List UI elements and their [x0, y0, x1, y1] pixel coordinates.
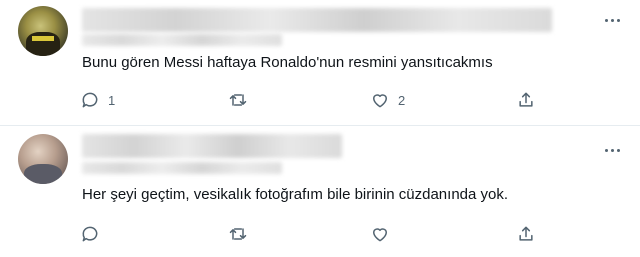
tweet-actions	[0, 222, 640, 246]
avatar-stripe	[32, 36, 54, 41]
avatar[interactable]	[18, 6, 68, 56]
reply-tweet[interactable]: Her şeyi geçtim, vesikalık fotoğrafım bi…	[0, 126, 640, 257]
reply-icon	[82, 92, 98, 108]
tweet-text: Bunu gören Messi haftaya Ronaldo'nun res…	[82, 54, 493, 71]
share-icon	[519, 226, 533, 241]
redacted-user-name	[82, 8, 552, 32]
reply-button[interactable]	[80, 222, 108, 246]
reply-count: 1	[108, 92, 116, 108]
share-button[interactable]	[516, 88, 536, 112]
more-icon	[604, 148, 608, 152]
more-icon-dot	[616, 18, 620, 22]
like-button[interactable]	[370, 222, 398, 246]
redacted-reply-context	[82, 34, 282, 46]
like-count: 2	[398, 92, 406, 108]
redacted-reply-context	[82, 162, 282, 174]
more-options-button[interactable]	[602, 12, 622, 28]
tweet-actions: 1 2	[0, 88, 640, 112]
more-options-button[interactable]	[602, 142, 622, 158]
retweet-icon	[229, 94, 247, 106]
retweet-button[interactable]	[228, 88, 256, 112]
redacted-user-name	[82, 134, 342, 158]
retweet-button[interactable]	[228, 222, 256, 246]
more-icon	[604, 18, 608, 22]
tweet-text: Her şeyi geçtim, vesikalık fotoğrafım bi…	[82, 186, 509, 203]
like-button[interactable]: 2	[370, 88, 405, 112]
more-icon-dot	[610, 148, 614, 152]
share-button[interactable]	[516, 222, 536, 246]
more-icon-dot	[616, 148, 620, 152]
heart-icon	[373, 94, 387, 108]
more-icon-dot	[610, 18, 614, 22]
reply-tweet[interactable]: Bunu gören Messi haftaya Ronaldo'nun res…	[0, 0, 640, 125]
retweet-icon	[229, 228, 247, 240]
reply-icon	[82, 226, 98, 242]
avatar-figure	[24, 164, 62, 184]
reply-button[interactable]: 1	[80, 88, 115, 112]
heart-icon	[373, 228, 387, 242]
share-icon	[519, 92, 533, 107]
avatar[interactable]	[18, 134, 68, 184]
